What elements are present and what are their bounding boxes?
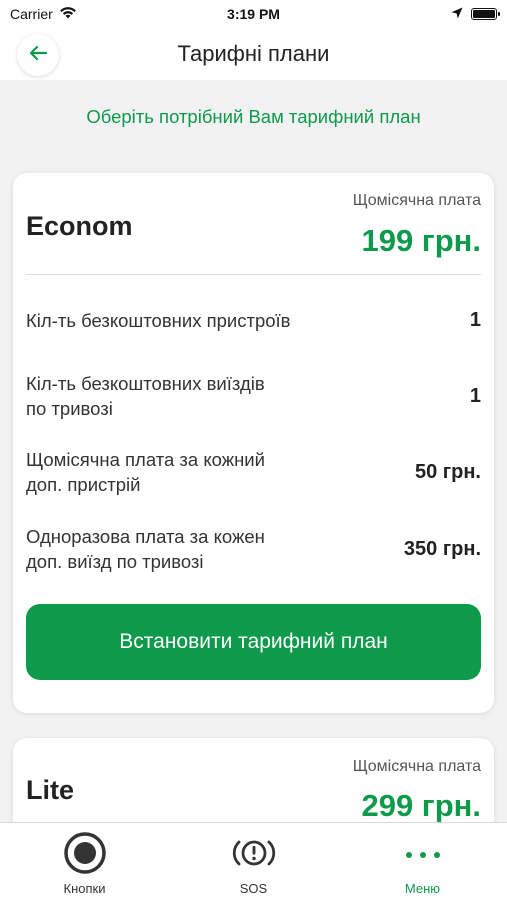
detail-label: Щомісячна плата за кожний доп. пристрій xyxy=(26,449,265,495)
tab-bar: Кнопки SOS Меню xyxy=(0,822,507,900)
plan-name: Lite xyxy=(26,775,75,805)
plan-name: Econom xyxy=(26,211,133,241)
record-button-icon xyxy=(63,831,107,875)
tab-label: Кнопки xyxy=(63,881,106,896)
back-button[interactable] xyxy=(17,34,59,76)
tab-label: Меню xyxy=(404,881,441,896)
nav-header: Тарифні плани xyxy=(0,28,507,80)
arrow-left-icon xyxy=(29,45,48,66)
status-right xyxy=(451,6,500,22)
wifi-icon xyxy=(59,6,77,22)
tab-label: SOS xyxy=(239,881,268,896)
status-bar: Carrier 3:19 PM xyxy=(0,0,507,28)
plan-card-econom: Econom Щомісячна плата 199 грн. Кіл-ть б… xyxy=(13,173,494,713)
battery-icon xyxy=(471,8,500,20)
status-left: Carrier xyxy=(10,6,77,22)
plan-detail-row: Одноразова плата за кожен доп. виїзд по … xyxy=(26,522,481,576)
detail-label: Кіл-ть безкоштовних виїздів по тривозі xyxy=(26,373,265,419)
tab-sos[interactable]: SOS xyxy=(169,823,338,900)
detail-value: 1 xyxy=(469,384,481,407)
detail-value: 1 xyxy=(469,308,481,331)
page-subtitle: Оберіть потрібний Вам тарифний план xyxy=(86,106,421,127)
plan-detail-row: Кіл-ть безкоштовних пристроїв 1 xyxy=(26,303,481,337)
location-arrow-icon xyxy=(451,6,463,22)
set-plan-button[interactable]: Встановити тарифний план xyxy=(26,604,481,680)
detail-value: 350 грн. xyxy=(403,537,481,560)
plan-detail-row: Кіл-ть безкоштовних виїздів по тривозі 1 xyxy=(26,369,481,423)
monthly-fee-value: 299 грн. xyxy=(361,788,481,823)
tab-menu[interactable]: Меню xyxy=(338,823,507,900)
detail-value: 50 грн. xyxy=(415,460,481,483)
monthly-fee-label: Щомісячна плата xyxy=(352,758,481,775)
plan-detail-row: Щомісячна плата за кожний доп. пристрій … xyxy=(26,445,481,499)
page-title: Тарифні плани xyxy=(177,41,330,66)
more-dots-icon xyxy=(401,831,445,875)
monthly-fee-value: 199 грн. xyxy=(361,223,481,258)
sos-alert-icon xyxy=(232,831,276,875)
detail-label: Одноразова плата за кожен доп. виїзд по … xyxy=(26,526,265,572)
monthly-fee-label: Щомісячна плата xyxy=(352,192,481,209)
carrier-label: Carrier xyxy=(10,6,53,22)
detail-label: Кіл-ть безкоштовних пристроїв xyxy=(26,309,291,331)
card-divider xyxy=(26,274,481,275)
tab-buttons[interactable]: Кнопки xyxy=(0,823,169,900)
